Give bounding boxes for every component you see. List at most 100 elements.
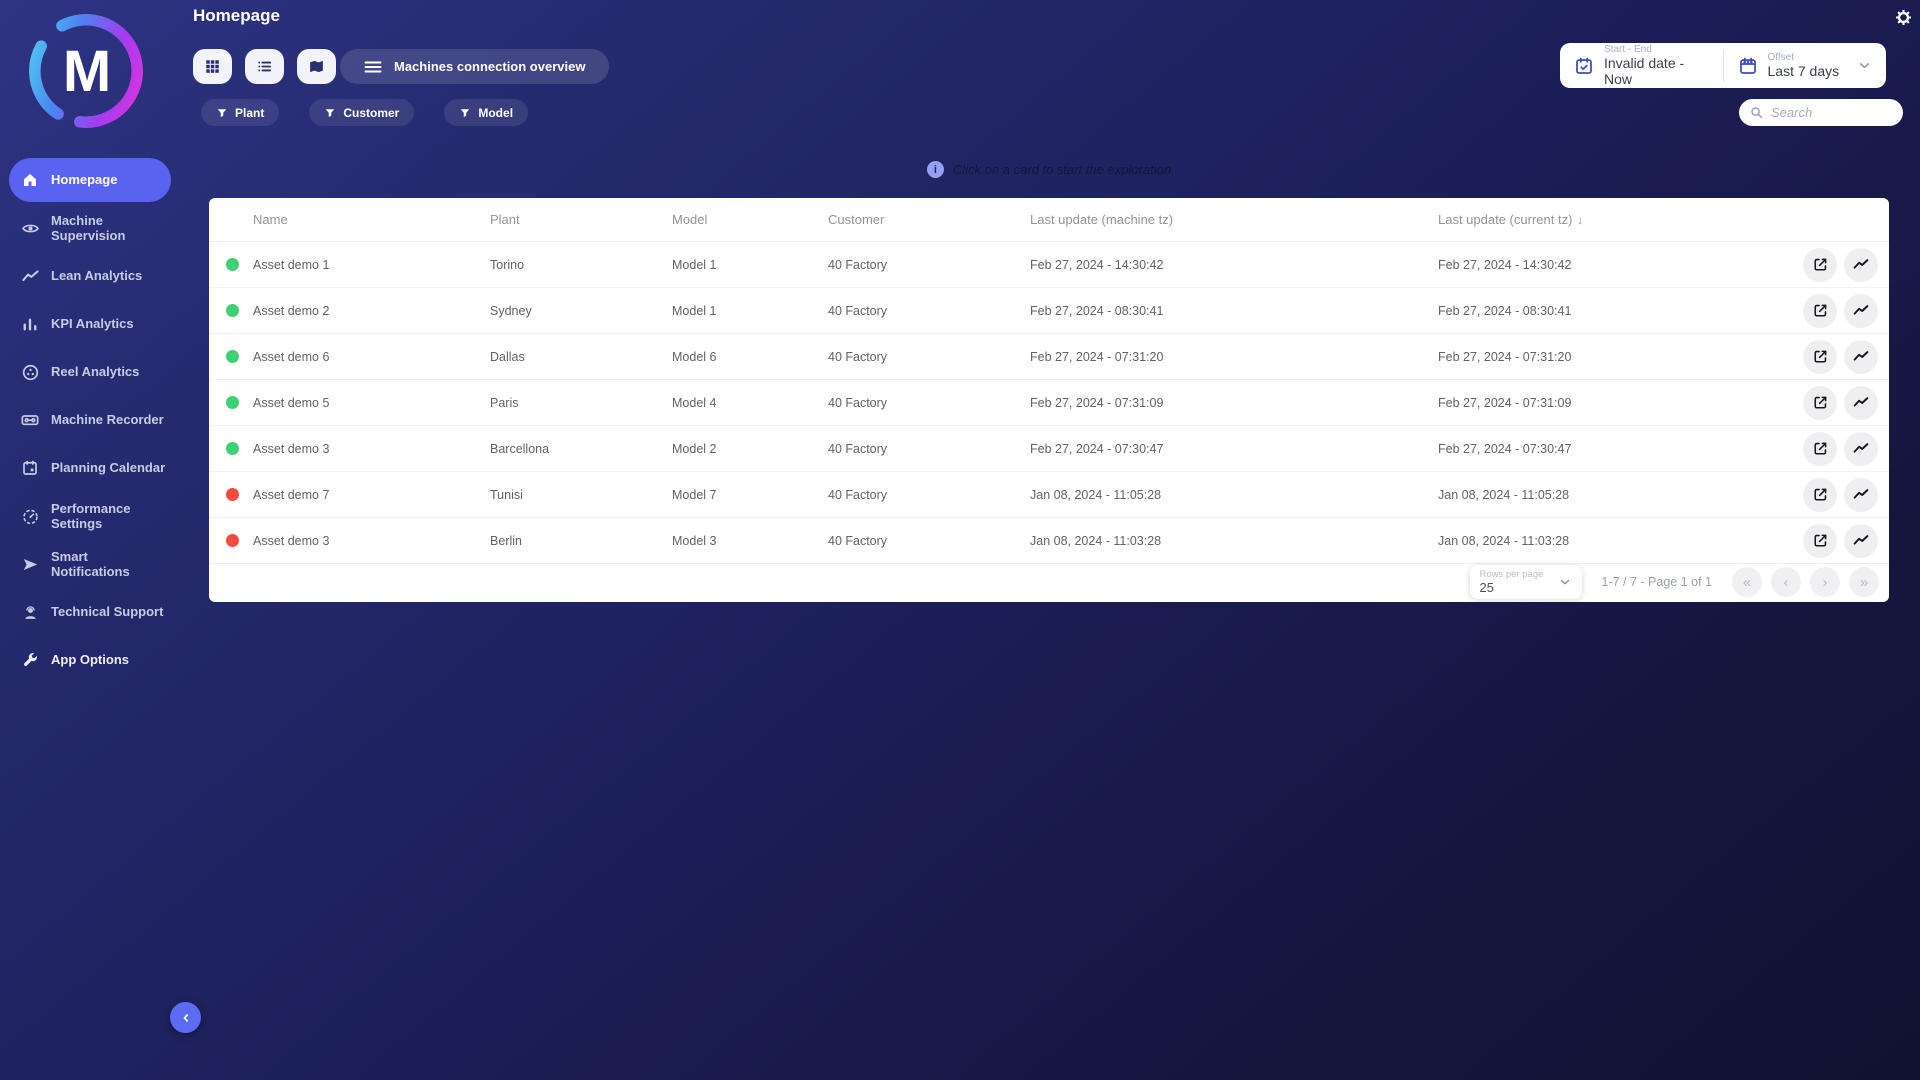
open-in-new-button[interactable]	[1803, 340, 1837, 374]
filter-chip-model[interactable]: Model	[444, 99, 528, 126]
cell-last-update-machine: Feb 27, 2024 - 07:30:47	[1030, 442, 1438, 456]
offset-select[interactable]: Offset Last 7 days	[1724, 52, 1887, 79]
settings-gear-button[interactable]	[1894, 8, 1913, 27]
sidebar-item-smart-notifications[interactable]: Smart Notifications	[9, 540, 171, 588]
open-in-new-button[interactable]	[1803, 294, 1837, 328]
start-end-label: Start - End	[1604, 44, 1709, 55]
open-in-new-icon	[1812, 348, 1829, 365]
trend-chart-icon	[1852, 256, 1870, 274]
grid-view-button[interactable]	[193, 49, 232, 84]
search-box	[1739, 99, 1903, 126]
table-row[interactable]: Asset demo 7 Tunisi Model 7 40 Factory J…	[209, 472, 1889, 518]
status-dot	[226, 350, 239, 363]
sidebar-item-label: Machine Recorder	[51, 412, 168, 427]
sidebar-item-performance-settings[interactable]: Performance Settings	[9, 492, 171, 540]
hamburger-icon	[364, 60, 382, 74]
pager: « ‹ › »	[1732, 567, 1879, 597]
cell-model: Model 4	[672, 396, 828, 410]
column-header-last-update-current[interactable]: Last update (current tz) ↓	[1438, 212, 1797, 227]
sort-desc-icon[interactable]: ↓	[1577, 213, 1583, 227]
sidebar-item-app-options[interactable]: App Options	[9, 636, 171, 684]
trend-chart-button[interactable]	[1844, 294, 1878, 328]
table-row[interactable]: Asset demo 3 Barcellona Model 2 40 Facto…	[209, 426, 1889, 472]
trend-chart-button[interactable]	[1844, 340, 1878, 374]
sidebar-item-label: KPI Analytics	[51, 316, 138, 331]
info-banner: i Click on a card to start the explorati…	[209, 161, 1889, 178]
filter-chip-customer[interactable]: Customer	[309, 99, 414, 126]
cell-last-update-current: Feb 27, 2024 - 07:30:47	[1438, 442, 1797, 456]
open-in-new-button[interactable]	[1803, 248, 1837, 282]
reel-icon	[9, 363, 51, 382]
rows-per-page-select[interactable]: Rows per page 25	[1470, 565, 1582, 599]
map-view-button[interactable]	[297, 49, 336, 84]
offset-value: Last 7 days	[1768, 63, 1840, 79]
sidebar-item-planning-calendar[interactable]: Planning Calendar	[9, 444, 171, 492]
sidebar-item-technical-support[interactable]: Technical Support	[9, 588, 171, 636]
column-header-plant[interactable]: Plant	[490, 212, 672, 227]
open-in-new-button[interactable]	[1803, 524, 1837, 558]
sidebar-collapse-button[interactable]	[170, 1002, 201, 1033]
date-range-control: Start - End Invalid date - Now Offset La…	[1560, 43, 1886, 88]
filter-chip-plant[interactable]: Plant	[201, 99, 279, 126]
info-icon: i	[927, 161, 944, 178]
cell-name: Asset demo 3	[253, 442, 490, 456]
cell-plant: Paris	[490, 396, 672, 410]
column-header-last-update-machine[interactable]: Last update (machine tz)	[1030, 212, 1438, 227]
trend-chart-button[interactable]	[1844, 524, 1878, 558]
trend-chart-button[interactable]	[1844, 432, 1878, 466]
sidebar-item-label: App Options	[51, 652, 133, 667]
column-header-model[interactable]: Model	[672, 212, 828, 227]
status-dot	[226, 396, 239, 409]
table-row[interactable]: Asset demo 6 Dallas Model 6 40 Factory F…	[209, 334, 1889, 380]
sidebar-item-machine-recorder[interactable]: Machine Recorder	[9, 396, 171, 444]
cell-plant: Torino	[490, 258, 672, 272]
status-dot	[226, 488, 239, 501]
trend-chart-icon	[1852, 348, 1870, 366]
sidebar-item-machine-supervision[interactable]: Machine Supervision	[9, 204, 171, 252]
column-header-name[interactable]: Name	[253, 212, 490, 227]
cell-plant: Sydney	[490, 304, 672, 318]
table-row[interactable]: Asset demo 2 Sydney Model 1 40 Factory F…	[209, 288, 1889, 334]
sidebar-item-label: Technical Support	[51, 604, 167, 619]
search-input[interactable]	[1771, 105, 1893, 120]
cell-plant: Dallas	[490, 350, 672, 364]
overview-button-label: Machines connection overview	[394, 59, 585, 74]
column-header-customer[interactable]: Customer	[828, 212, 1030, 227]
sidebar-item-homepage[interactable]: Homepage	[9, 158, 171, 202]
eye-icon	[9, 219, 51, 238]
trend-chart-button[interactable]	[1844, 386, 1878, 420]
next-page-button[interactable]: ›	[1810, 567, 1840, 597]
table-row[interactable]: Asset demo 5 Paris Model 4 40 Factory Fe…	[209, 380, 1889, 426]
cell-last-update-machine: Feb 27, 2024 - 08:30:41	[1030, 304, 1438, 318]
open-in-new-button[interactable]	[1803, 478, 1837, 512]
sidebar-item-lean-analytics[interactable]: Lean Analytics	[9, 252, 171, 300]
app-logo: M	[22, 7, 150, 135]
sidebar-item-label: Performance Settings	[51, 501, 171, 532]
machines-connection-overview-button[interactable]: Machines connection overview	[340, 49, 609, 84]
open-in-new-button[interactable]	[1803, 432, 1837, 466]
cell-plant: Barcellona	[490, 442, 672, 456]
trend-chart-button[interactable]	[1844, 478, 1878, 512]
wrench-icon	[9, 651, 51, 669]
previous-page-button[interactable]: ‹	[1771, 567, 1801, 597]
list-icon	[256, 58, 273, 75]
start-end-picker[interactable]: Start - End Invalid date - Now	[1560, 44, 1723, 87]
open-in-new-button[interactable]	[1803, 386, 1837, 420]
cell-last-update-machine: Feb 27, 2024 - 07:31:09	[1030, 396, 1438, 410]
first-page-button[interactable]: «	[1732, 567, 1762, 597]
table-row[interactable]: Asset demo 3 Berlin Model 3 40 Factory J…	[209, 518, 1889, 564]
cell-customer: 40 Factory	[828, 534, 1030, 548]
sidebar-item-kpi-analytics[interactable]: KPI Analytics	[9, 300, 171, 348]
open-in-new-icon	[1812, 302, 1829, 319]
funnel-icon	[216, 107, 228, 119]
rows-per-page-label: Rows per page	[1480, 569, 1544, 580]
status-dot	[226, 442, 239, 455]
home-icon	[9, 171, 51, 189]
list-view-button[interactable]	[245, 49, 284, 84]
table-row[interactable]: Asset demo 1 Torino Model 1 40 Factory F…	[209, 242, 1889, 288]
cell-last-update-machine: Feb 27, 2024 - 07:31:20	[1030, 350, 1438, 364]
last-page-button[interactable]: »	[1849, 567, 1879, 597]
sidebar-item-reel-analytics[interactable]: Reel Analytics	[9, 348, 171, 396]
trend-chart-button[interactable]	[1844, 248, 1878, 282]
cell-last-update-current: Feb 27, 2024 - 08:30:41	[1438, 304, 1797, 318]
